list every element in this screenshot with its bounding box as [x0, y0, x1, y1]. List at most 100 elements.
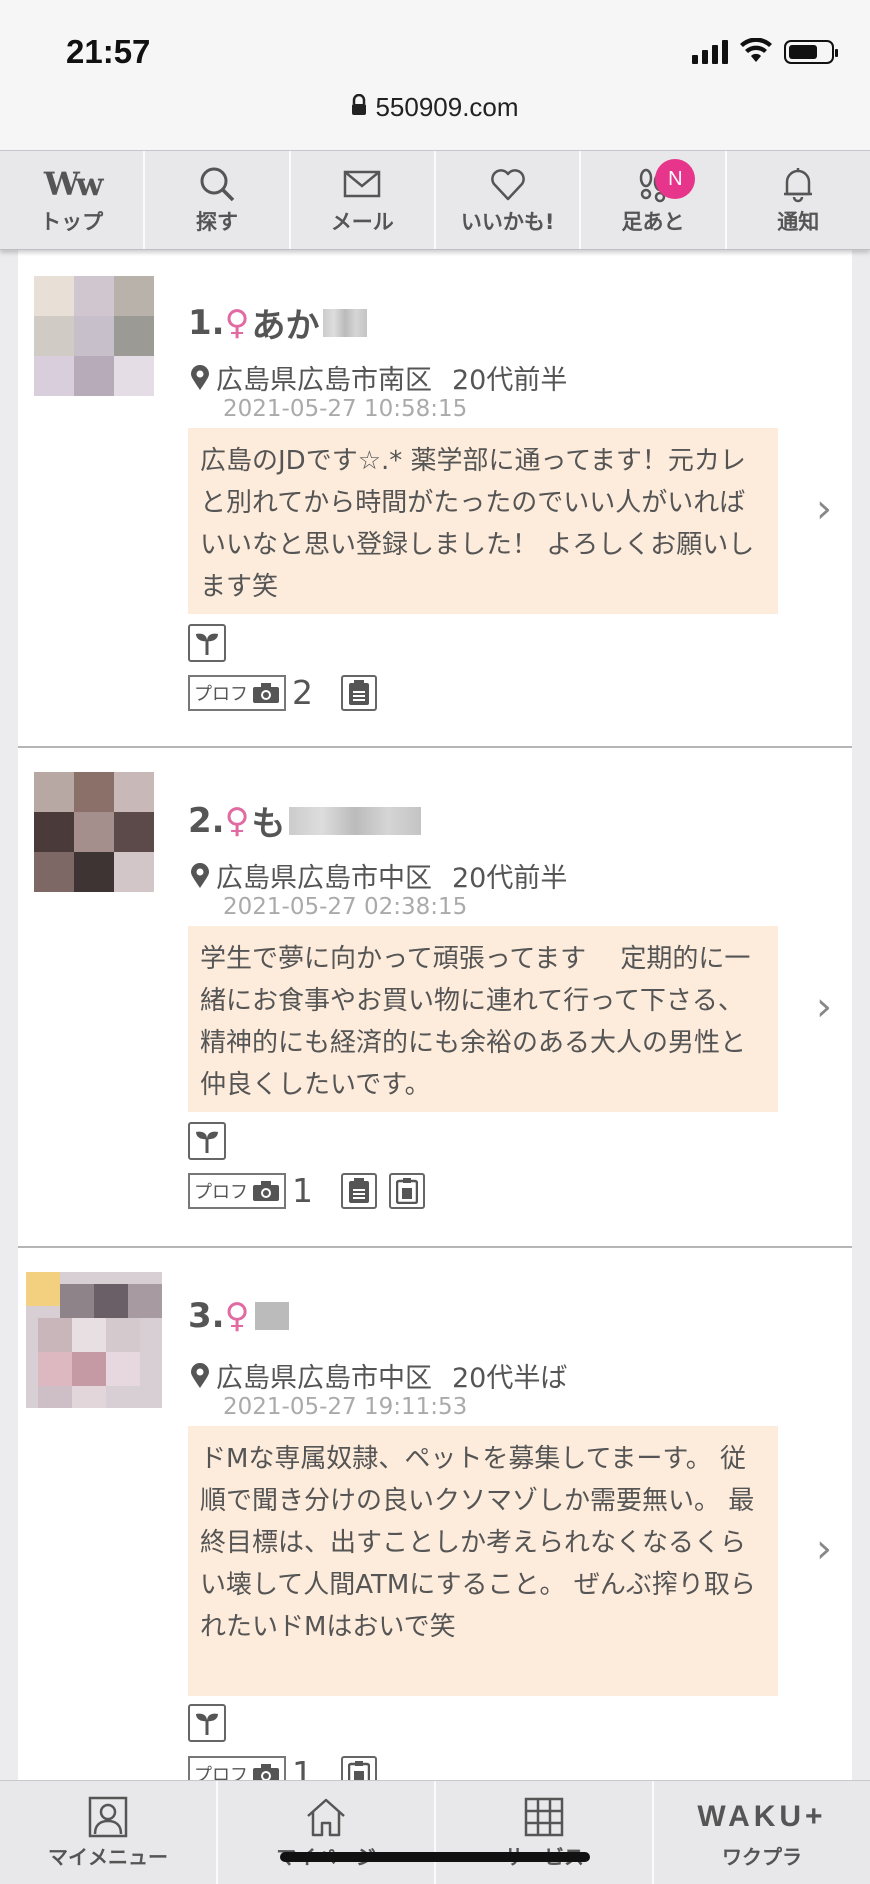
bottom-nav-service[interactable]: サービス: [436, 1781, 654, 1884]
location: 広島県広島市南区: [216, 365, 432, 396]
sprout-icon: [188, 1122, 226, 1160]
bottom-nav-wakupura[interactable]: WAKU+ ワクプラ: [654, 1781, 870, 1884]
chevron-right-icon[interactable]: ›: [816, 984, 832, 1030]
profile-title[interactable]: 2. ♀ も: [188, 796, 422, 845]
search-icon: [200, 167, 235, 202]
signal-icon: [692, 38, 728, 64]
battery-icon: [784, 40, 838, 64]
female-icon: ♀: [224, 1296, 250, 1336]
document-icon[interactable]: [341, 674, 377, 711]
photo-count: 2: [292, 673, 313, 712]
home-indicator[interactable]: [280, 1852, 590, 1862]
timestamp: 2021-05-27 10:58:15: [223, 396, 468, 422]
url-bar[interactable]: 550909.com: [0, 92, 870, 123]
blurred-name: [255, 1302, 290, 1330]
profile-icons: プロフ 2: [188, 673, 377, 712]
location-row: 広島県広島市中区 20代前半: [190, 856, 567, 895]
bottom-nav-mymenu-label: マイメニュー: [48, 1845, 168, 1869]
profile-message: 学生で夢に向かって頑張ってます 定期的に一緒にお食事やお買い物に連れて行って下さ…: [188, 926, 778, 1112]
location-row: 広島県広島市中区 20代半ば: [190, 1356, 567, 1395]
prof-label: プロフ: [194, 1181, 248, 1203]
prof-photo-tag[interactable]: プロフ: [188, 1755, 286, 1781]
profile-card[interactable]: 1. ♀ あか 広島県広島市南区 20代前半 2021-05-27 10:58:…: [18, 250, 852, 748]
document-icon[interactable]: [341, 1172, 377, 1209]
ww-logo-icon: Ww: [43, 165, 104, 203]
prof-photo-tag[interactable]: プロフ: [188, 1172, 286, 1209]
profile-name: も: [251, 804, 286, 844]
nav-top-label: トップ: [40, 210, 104, 234]
url-text: 550909.com: [375, 92, 519, 122]
system-icons: [692, 38, 838, 64]
profile-title[interactable]: 3. ♀: [188, 1296, 290, 1336]
photo-count: 1: [292, 1754, 313, 1780]
nav-top[interactable]: Ww トップ: [0, 151, 146, 249]
profile-card[interactable]: 2. ♀ も 広島県広島市中区 20代前半 2021-05-27 02:38:1…: [18, 750, 852, 1248]
sprout-icon: [188, 1704, 226, 1742]
profile-name: あか: [251, 306, 320, 346]
bell-icon: [784, 168, 813, 203]
bottom-nav-wakupura-label: ワクプラ: [722, 1845, 802, 1869]
profile-list: 1. ♀ あか 広島県広島市南区 20代前半 2021-05-27 10:58:…: [18, 250, 852, 1780]
nav-notice[interactable]: 通知: [727, 151, 870, 249]
nav-like[interactable]: いいかも!: [436, 151, 582, 249]
blurred-name: [323, 308, 368, 337]
location-pin-icon: [191, 862, 209, 888]
nav-search-label: 探す: [195, 210, 238, 234]
clock: 21:57: [66, 33, 151, 70]
avatar[interactable]: [26, 1272, 162, 1408]
nav-like-label: いいかも!: [460, 210, 555, 234]
prof-label: プロフ: [194, 1764, 248, 1781]
nav-footprint-label: 足あと: [621, 210, 685, 234]
bottom-nav-mypage[interactable]: マイページ: [218, 1781, 436, 1884]
profile-card[interactable]: 3. ♀ 広島県広島市中区 20代半ば 2021-05-27 19:11:53 …: [18, 1250, 852, 1780]
rank: 3.: [188, 1296, 225, 1336]
location: 広島県広島市中区: [216, 1363, 432, 1394]
grid-icon: [524, 1797, 564, 1837]
female-icon: ♀: [224, 800, 250, 841]
timestamp: 2021-05-27 19:11:53: [223, 1394, 468, 1420]
id-card-icon[interactable]: [341, 1755, 377, 1780]
nav-footprint[interactable]: 足あと N: [581, 151, 727, 249]
profile-icons: プロフ 1: [188, 1171, 425, 1210]
timestamp: 2021-05-27 02:38:15: [223, 894, 468, 920]
wakupura-logo: WAKU+: [697, 1800, 827, 1833]
nav-mail[interactable]: メール: [291, 151, 436, 249]
chevron-right-icon[interactable]: ›: [816, 486, 832, 532]
avatar[interactable]: [34, 772, 154, 892]
rank: 1.: [188, 302, 225, 343]
prof-photo-tag[interactable]: プロフ: [188, 674, 286, 711]
heart-icon: [490, 169, 525, 201]
bottom-nav: マイメニュー マイページ サービス WAKU+ ワクプラ: [0, 1780, 870, 1884]
rank: 2.: [188, 800, 225, 841]
age: 20代前半: [452, 863, 568, 894]
age: 20代半ば: [452, 1363, 568, 1394]
home-icon: [307, 1798, 345, 1837]
nav-notice-label: 通知: [777, 210, 820, 234]
location-pin-icon: [191, 1362, 209, 1388]
profile-message: 広島のJDです☆.* 薬学部に通ってます！元カレと別れてから時間がたったのでいい…: [188, 428, 778, 614]
bottom-nav-mymenu[interactable]: マイメニュー: [0, 1781, 218, 1884]
nav-mail-label: メール: [330, 210, 394, 234]
chevron-right-icon[interactable]: ›: [816, 1526, 832, 1572]
prof-label: プロフ: [194, 683, 248, 705]
blurred-name: [289, 806, 422, 835]
location: 広島県広島市中区: [216, 863, 432, 894]
user-icon: [88, 1796, 128, 1838]
mail-icon: [344, 170, 381, 198]
female-icon: ♀: [224, 302, 250, 343]
profile-title[interactable]: 1. ♀ あか: [188, 298, 368, 347]
nav-search[interactable]: 探す: [145, 151, 291, 249]
camera-icon: [253, 1763, 279, 1780]
wifi-icon: [740, 38, 772, 62]
avatar[interactable]: [34, 276, 154, 396]
status-bar: 21:57 550909.com: [0, 0, 870, 150]
id-card-icon[interactable]: [389, 1172, 425, 1209]
profile-icons: プロフ 1: [188, 1754, 377, 1780]
photo-count: 1: [292, 1171, 313, 1210]
profile-message: ドMな専属奴隷、ペットを募集してまーす。 従順で聞き分けの良いクソマゾしか需要無…: [188, 1426, 778, 1696]
top-nav: Ww トップ 探す メール いいかも! 足あと N 通知: [0, 150, 870, 250]
notification-badge: N: [655, 159, 696, 199]
location-row: 広島県広島市南区 20代前半: [190, 358, 567, 397]
age: 20代前半: [452, 365, 568, 396]
location-pin-icon: [191, 364, 209, 390]
